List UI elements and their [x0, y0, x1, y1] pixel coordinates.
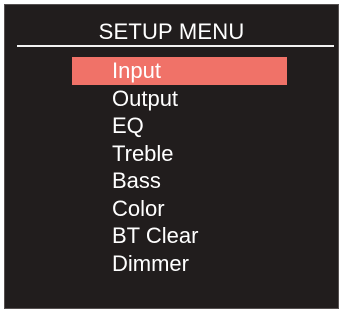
setup-menu-screen: SETUP MENU Input Output EQ Treble Bass C… — [4, 4, 339, 309]
menu-item-eq[interactable]: EQ — [72, 112, 287, 140]
menu-title: SETUP MENU — [98, 19, 245, 44]
menu-item-bt-clear[interactable]: BT Clear — [72, 222, 287, 250]
menu-item-input[interactable]: Input — [72, 57, 287, 85]
menu-item-bass[interactable]: Bass — [72, 167, 287, 195]
setup-menu-list: Input Output EQ Treble Bass Color BT Cle… — [72, 57, 287, 277]
menu-item-dimmer[interactable]: Dimmer — [72, 250, 287, 278]
menu-item-color[interactable]: Color — [72, 195, 287, 223]
title-divider — [17, 45, 334, 47]
menu-item-output[interactable]: Output — [72, 85, 287, 113]
menu-item-treble[interactable]: Treble — [72, 140, 287, 168]
